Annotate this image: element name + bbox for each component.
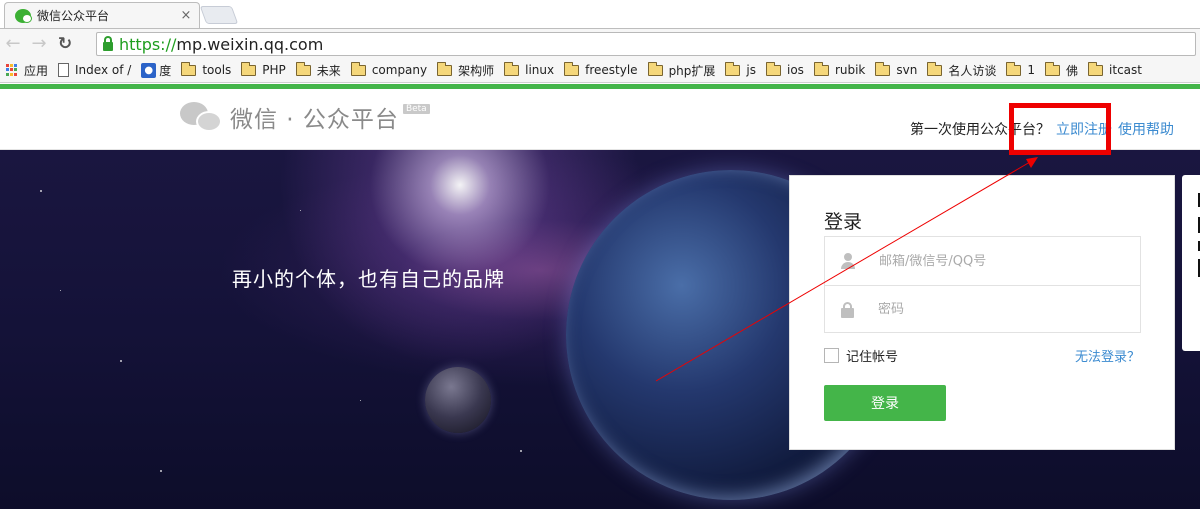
login-button[interactable]: 登录 xyxy=(824,385,946,421)
folder-icon xyxy=(350,61,366,76)
folder-icon xyxy=(241,61,257,76)
browser-toolbar: ← → ↻ https:// mp.weixin.qq.com xyxy=(0,28,1200,58)
bookmark-label: rubik xyxy=(834,63,866,77)
bookmark-js[interactable]: js xyxy=(725,61,756,77)
bookmark-label: 度 xyxy=(159,63,172,78)
bookmarks-bar: 应用 Index of / ● 度 tools PHP 未来 company 架… xyxy=(0,58,1200,83)
bookmark-label: js xyxy=(746,63,756,77)
folder-icon xyxy=(766,61,781,76)
bookmark-label: Index of / xyxy=(75,63,132,77)
wechat-bubbles-icon xyxy=(180,100,224,134)
remember-label: 记住帐号 xyxy=(846,350,899,365)
bookmark-tools[interactable]: tools xyxy=(181,61,232,77)
bookmark-linux[interactable]: linux xyxy=(504,61,555,77)
lock-icon[interactable] xyxy=(103,35,113,51)
bookmark-fo[interactable]: 佛 xyxy=(1045,61,1079,79)
bookmark-index-of[interactable]: Index of / xyxy=(58,63,131,77)
folder-icon xyxy=(1088,61,1104,76)
bookmark-mingren[interactable]: 名人访谈 xyxy=(927,61,997,79)
bookmark-label: tools xyxy=(202,63,232,77)
new-tab-button[interactable] xyxy=(199,6,239,24)
bookmark-apps[interactable]: 应用 xyxy=(6,62,48,79)
folder-icon xyxy=(504,61,520,76)
bookmark-label: 名人访谈 xyxy=(948,63,997,78)
folder-icon xyxy=(875,61,891,76)
password-row xyxy=(825,285,1140,333)
bookmark-svn[interactable]: svn xyxy=(875,61,918,77)
banner-slogan: 再小的个体，也有自己的品牌 xyxy=(232,267,505,291)
bookmark-label: ios xyxy=(787,63,804,77)
browser-tab[interactable]: 微信公众平台 × xyxy=(4,2,200,28)
bookmark-php-ext[interactable]: php扩展 xyxy=(647,61,716,79)
login-panel: 登录 记住帐号 无法登录？ 登录 xyxy=(789,175,1175,450)
folder-icon xyxy=(725,61,741,76)
url-scheme: https:// xyxy=(119,34,177,54)
apps-grid-icon xyxy=(6,63,19,77)
beta-badge: Beta xyxy=(402,104,430,114)
user-icon xyxy=(841,253,855,269)
bookmark-jiagoushi[interactable]: 架构师 xyxy=(437,61,495,79)
folder-icon xyxy=(813,61,829,76)
bookmark-label: svn xyxy=(896,63,918,77)
folder-icon xyxy=(927,61,943,76)
bookmark-weilai[interactable]: 未来 xyxy=(295,61,341,79)
bookmark-1[interactable]: 1 xyxy=(1006,61,1036,77)
small-planet-image xyxy=(425,367,491,433)
bookmark-itcast[interactable]: itcast xyxy=(1088,61,1142,77)
account-input[interactable] xyxy=(879,253,1129,269)
password-input[interactable] xyxy=(878,302,1128,317)
bookmark-ios[interactable]: ios xyxy=(766,61,804,77)
bookmark-freestyle[interactable]: freestyle xyxy=(564,61,638,77)
padlock-icon xyxy=(841,301,854,318)
bookmark-label: php扩展 xyxy=(668,63,716,78)
bookmark-php[interactable]: PHP xyxy=(241,61,286,77)
folder-icon xyxy=(1006,61,1022,76)
baidu-paw-icon: ● xyxy=(141,62,157,78)
bookmark-company[interactable]: company xyxy=(350,61,428,77)
folder-icon xyxy=(295,61,311,76)
bookmark-label: itcast xyxy=(1109,63,1142,77)
browser-tabstrip: 微信公众平台 × xyxy=(0,0,1200,28)
folder-icon xyxy=(1045,61,1061,76)
bookmark-label: 架构师 xyxy=(458,63,495,78)
reload-icon[interactable]: ↻ xyxy=(52,31,78,57)
close-tab-icon[interactable]: × xyxy=(179,8,193,23)
folder-icon xyxy=(181,61,197,76)
forgot-login-link[interactable]: 无法登录？ xyxy=(1075,346,1140,365)
forward-arrow-icon[interactable]: → xyxy=(26,31,52,57)
account-row xyxy=(825,237,1140,285)
bookmark-label: 未来 xyxy=(316,63,341,78)
remember-account[interactable]: 记住帐号 xyxy=(824,346,898,365)
bookmark-label: 1 xyxy=(1027,63,1036,77)
bookmark-label: company xyxy=(371,63,428,77)
login-inputs xyxy=(824,236,1141,333)
bookmark-label: freestyle xyxy=(585,63,638,77)
bookmark-rubik[interactable]: rubik xyxy=(813,61,866,77)
bookmark-baidu[interactable]: ● 度 xyxy=(141,62,171,79)
folder-icon xyxy=(647,61,663,76)
bookmark-label: PHP xyxy=(262,63,286,77)
remember-checkbox[interactable] xyxy=(824,348,839,363)
login-title: 登录 xyxy=(824,211,863,233)
back-arrow-icon[interactable]: ← xyxy=(0,31,26,57)
url-host: mp.weixin.qq.com xyxy=(176,34,324,54)
annotation-highlight-box xyxy=(1009,103,1111,155)
tab-title: 微信公众平台 xyxy=(37,9,110,23)
wechat-logo[interactable]: 微信 · 公众平台 Beta xyxy=(180,100,430,134)
bookmark-label: 应用 xyxy=(24,63,49,78)
side-qr-panel[interactable] xyxy=(1182,175,1200,351)
bookmark-label: linux xyxy=(525,63,555,77)
folder-icon xyxy=(564,61,580,76)
address-bar[interactable]: https:// mp.weixin.qq.com xyxy=(96,32,1196,56)
bookmark-label: 佛 xyxy=(1066,63,1079,78)
logo-text: 微信 · 公众平台 xyxy=(230,107,399,133)
folder-icon xyxy=(437,61,453,76)
wechat-favicon-icon xyxy=(15,8,32,23)
page-icon xyxy=(58,63,70,77)
help-link[interactable]: 使用帮助 xyxy=(1118,119,1174,139)
